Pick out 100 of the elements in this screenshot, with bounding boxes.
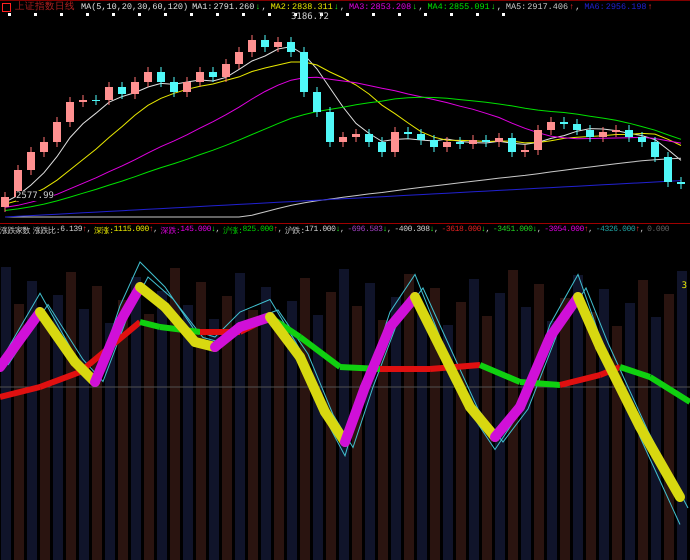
- separator-comma: ,: [485, 225, 490, 236]
- trend-arrow: ↑: [584, 225, 588, 236]
- candlestick: [508, 132, 516, 158]
- trend-arrow: ↑: [148, 225, 154, 236]
- trend-arrow: ↓: [336, 225, 340, 236]
- candlestick: [170, 76, 178, 98]
- legend-value: 145.000: [180, 225, 212, 236]
- candlestick: [469, 134, 477, 150]
- candlestick: [183, 76, 191, 98]
- candlestick: [651, 136, 659, 162]
- candlestick: [40, 136, 48, 158]
- separator-comma: ,: [340, 225, 344, 236]
- legend-value: -400.308: [394, 225, 430, 236]
- trend-arrow: ↑: [648, 1, 653, 13]
- trend-arrow: ↓: [382, 225, 387, 236]
- legend-value: -696.583: [347, 225, 383, 236]
- candlestick: [1, 192, 9, 212]
- candlestick: [482, 134, 490, 148]
- candlestick: [664, 152, 672, 188]
- trend-arrow: ↓: [334, 1, 339, 13]
- candlestick: [222, 58, 230, 82]
- legend-label: 沪跌:: [285, 225, 305, 236]
- candlestick: [456, 136, 464, 150]
- candlestick: [612, 124, 620, 138]
- legend-value: -3618.000: [441, 225, 482, 236]
- candlestick: [287, 36, 295, 58]
- legend-value: 171.000: [304, 225, 336, 236]
- legend-label: MA4:: [427, 1, 448, 13]
- legend-value: 2838.311: [292, 1, 333, 12]
- legend-value: 2917.406: [527, 1, 568, 13]
- candlestick: [105, 82, 113, 106]
- candlestick: [677, 176, 685, 190]
- legend-label: 涨跌比:: [33, 226, 60, 236]
- candlestick: [274, 36, 282, 52]
- candlestick: [495, 132, 503, 148]
- candlestick: [378, 136, 386, 158]
- legend-value: 2855.091: [448, 1, 490, 13]
- trend-arrow: ↓: [211, 225, 216, 236]
- legend-value: 825.000: [242, 225, 274, 236]
- separator-comma: ,: [434, 225, 438, 236]
- trend-arrow: ↓: [532, 225, 537, 236]
- trend-arrow: ↓: [430, 225, 434, 236]
- candlestick: [339, 132, 347, 148]
- candlestick: [66, 96, 74, 128]
- candlestick: [300, 46, 308, 98]
- trend-arrow: ↓: [490, 1, 496, 13]
- candlestick: [27, 146, 35, 176]
- chart-title: 上证指数日线: [15, 1, 75, 13]
- legend-label: MA2:: [270, 1, 291, 13]
- separator-comma: ,: [153, 225, 158, 236]
- trend-arrow: ↑: [569, 1, 574, 13]
- legend-value: 2956.198: [606, 1, 647, 13]
- candlestick: [599, 126, 607, 142]
- high-price-label: 3186.72: [291, 12, 329, 22]
- candlestick: [638, 132, 646, 148]
- candlestick: [560, 116, 568, 130]
- separator-comma: ,: [86, 225, 92, 236]
- legend-value: -3054.000: [544, 225, 584, 236]
- trend-arrow: ↓: [412, 1, 418, 13]
- candlestick: [261, 34, 269, 52]
- scale-label: 3: [682, 281, 687, 291]
- candlestick: [313, 86, 321, 118]
- legend-value: -4326.000: [596, 225, 636, 236]
- candlestick: [144, 66, 152, 88]
- separator-comma: ,: [216, 225, 220, 236]
- trend-arrow: ↓: [255, 1, 260, 13]
- legend-label: 深涨:: [94, 226, 114, 236]
- candlestick: [248, 34, 256, 58]
- legend-label: 深跌:: [160, 226, 180, 236]
- separator-comma: ,: [261, 1, 267, 13]
- legend-value: 2791.260: [214, 1, 254, 13]
- legend-label: MA3:: [349, 1, 370, 13]
- trend-arrow: ↑: [635, 225, 640, 236]
- candlestick: [391, 126, 399, 158]
- separator-comma: ,: [588, 225, 593, 236]
- legend-label: MA6:: [584, 1, 605, 13]
- candlestick: [430, 134, 438, 152]
- candlestick: [157, 66, 165, 88]
- trend-arrow: ↑: [273, 225, 278, 236]
- candlestick: [196, 66, 204, 88]
- ribbon-segment: [0, 384, 41, 400]
- legend-value: 0.000: [647, 225, 670, 236]
- indicator-title: 涨跌家数: [0, 225, 30, 236]
- separator-comma: ,: [387, 225, 392, 236]
- separator-comma: ,: [496, 1, 502, 13]
- square-outline-icon: [2, 2, 11, 12]
- legend-value: -3451.000: [492, 225, 532, 236]
- candlestick: [547, 116, 555, 136]
- candlestick: [79, 94, 87, 108]
- trend-arrow: ↑: [82, 225, 87, 236]
- legend-label: MA1:: [192, 1, 213, 13]
- candlestick: [625, 124, 633, 142]
- candlestick: [404, 126, 412, 140]
- candlestick: [326, 106, 334, 148]
- candlestick: [365, 128, 373, 148]
- legend-label: MA5:: [506, 1, 526, 13]
- candlestick: [53, 116, 61, 148]
- separator-comma: ,: [278, 225, 282, 236]
- ma-setting: MA(5,10,20,30,60,120): [81, 1, 188, 13]
- candlestick: [586, 124, 594, 142]
